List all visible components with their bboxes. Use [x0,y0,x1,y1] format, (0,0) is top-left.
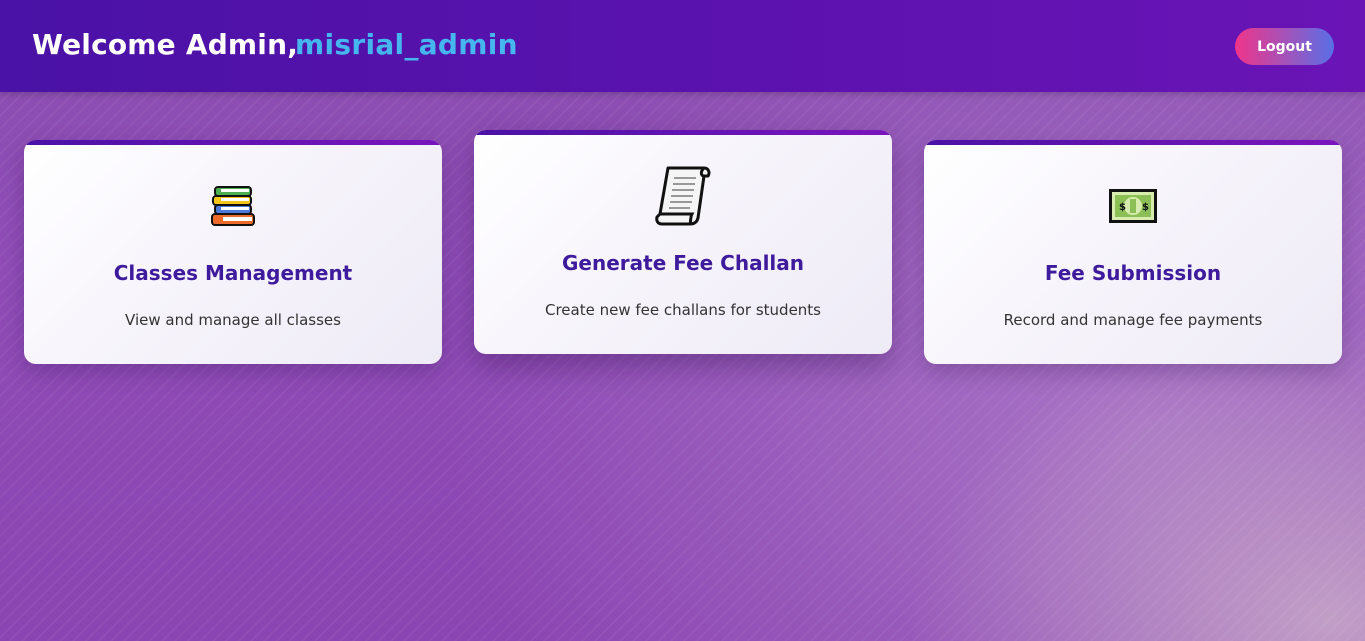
svg-text:$: $ [1142,202,1149,213]
card-description: Record and manage fee payments [1003,311,1263,329]
welcome-text: Welcome Admin, [32,28,299,61]
classes-management-card[interactable]: Classes Management View and manage all c… [24,140,442,364]
card-description: View and manage all classes [125,311,341,329]
scroll-icon [655,166,711,226]
svg-text:$: $ [1119,202,1126,213]
card-title: Generate Fee Challan [561,251,805,275]
logout-button[interactable]: Logout [1235,28,1334,65]
card-title: Fee Submission [1044,261,1222,285]
fee-submission-card[interactable]: $ $ Fee Submission Record and manage fee… [924,140,1342,364]
top-header: Welcome Admin, misrial_admin Logout [0,0,1365,92]
generate-fee-challan-card[interactable]: Generate Fee Challan Create new fee chal… [474,130,892,354]
card-description: Create new fee challans for students [545,301,821,319]
banknote-icon: $ $ [1109,189,1157,223]
username-label: misrial_admin [295,28,518,61]
card-title: Classes Management [113,261,353,285]
books-icon [211,186,255,226]
